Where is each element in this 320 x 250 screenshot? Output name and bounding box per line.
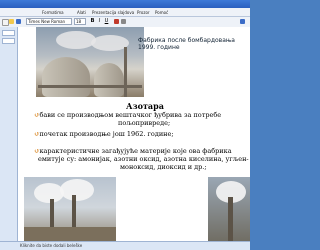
slide-canvas[interactable]: Фабрика после бомбардовања 1999. године … [18,27,250,245]
font-size-select[interactable]: 18 [74,18,86,25]
bullet-item-1-cont: пољопривреде; [118,119,171,127]
menu-format[interactable]: Formatima [42,8,64,17]
menu-window[interactable]: Prozor [137,8,150,17]
italic-icon[interactable]: I [97,19,102,24]
menu-bar: Formatima Alati Prezentacija slajdova Pr… [0,8,250,17]
slide-heading: Азотара [126,101,164,111]
factory-photo-top [36,27,144,97]
window-title-bar [0,0,250,8]
outline-tab[interactable] [2,38,15,44]
notes-pane[interactable]: Kliknite da biste dodali beleške [0,241,250,250]
menu-help[interactable]: Pomoć [155,8,168,17]
underline-icon[interactable]: U [104,19,109,24]
new-icon[interactable] [2,19,9,26]
bullet-item-3: ↺карактеристичне загађујуће материје кој… [34,147,232,155]
formatting-toolbar: Times New Roman 18 B I U [0,17,250,27]
font-name-select[interactable]: Times New Roman [26,18,72,25]
font-color-icon[interactable] [114,19,119,24]
bullet-item-2: ↺почетак производње још 1962. године; [34,130,174,138]
bullet-item-1: ↺бави се производњом вештачког ђубрива з… [34,111,222,119]
open-icon[interactable] [9,19,14,24]
slides-pane [0,27,18,241]
photo-caption: Фабрика после бомбардовања 1999. године [138,37,235,51]
print-icon[interactable] [240,19,245,24]
factory-photo-bottom-right [208,177,250,245]
align-icon[interactable] [121,19,126,24]
slides-tab[interactable] [2,30,15,36]
menu-slideshow[interactable]: Prezentacija slajdova [92,8,134,17]
save-icon[interactable] [16,19,21,24]
bold-icon[interactable]: B [90,19,95,24]
notes-placeholder: Kliknite da biste dodali beleške [20,243,83,248]
bullet-item-3-cont: емитује су: амонијак, азотни оксид, азот… [38,155,249,163]
bullet-item-3-cont2: моноксид, диоксид и др.; [120,163,207,171]
menu-tools[interactable]: Alati [77,8,86,17]
factory-photo-bottom-left [24,177,116,245]
